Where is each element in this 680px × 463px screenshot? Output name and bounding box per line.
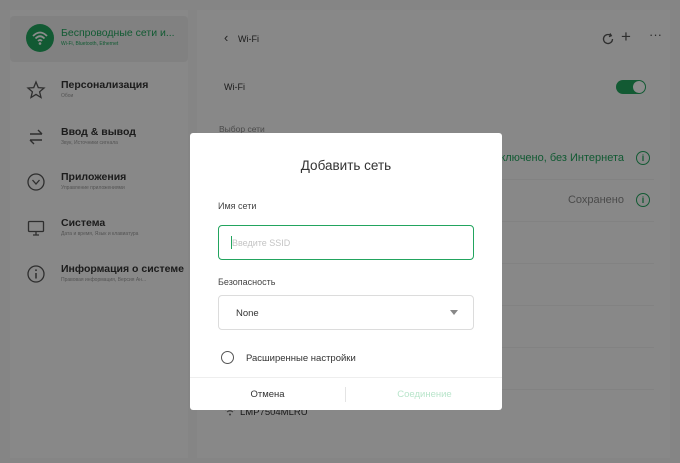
dialog-actions: Отмена Соединение (190, 377, 502, 410)
cancel-button[interactable]: Отмена (190, 378, 345, 411)
advanced-settings-radio[interactable] (221, 351, 234, 364)
security-select[interactable]: None (218, 295, 474, 330)
button-divider (345, 387, 346, 402)
ssid-input[interactable] (218, 225, 474, 260)
text-caret (231, 236, 232, 249)
dialog-title: Добавить сеть (300, 158, 392, 173)
network-name-label: Имя сети (218, 201, 257, 211)
security-value: None (236, 308, 259, 319)
advanced-settings-label[interactable]: Расширенные настройки (246, 353, 356, 364)
chevron-down-icon (450, 310, 458, 315)
security-label: Безопасность (218, 277, 276, 287)
connect-button[interactable]: Соединение (347, 378, 502, 411)
add-network-dialog: Добавить сеть Имя сети Безопасность None… (190, 133, 502, 410)
